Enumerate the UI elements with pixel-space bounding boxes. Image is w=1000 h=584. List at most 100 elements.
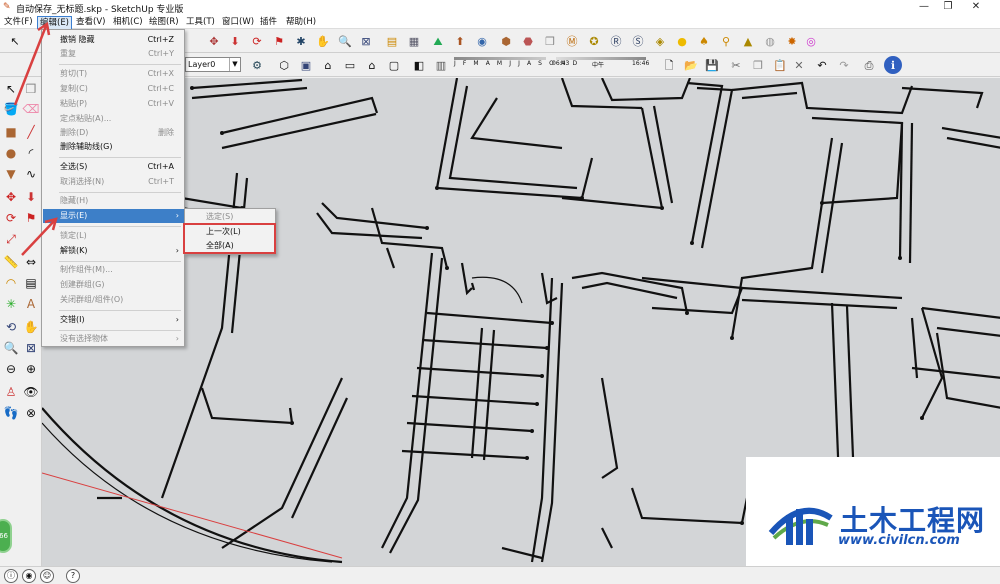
share-model-icon[interactable]: ⬣ bbox=[519, 32, 537, 50]
offset-icon[interactable]: ✱ bbox=[292, 32, 310, 50]
user-icon[interactable]: ☺ bbox=[40, 569, 54, 583]
spot-icon[interactable]: ⚲ bbox=[717, 32, 735, 50]
look-around-icon[interactable]: 👁 bbox=[22, 383, 40, 401]
menu-item-no-selection[interactable]: 没有选择物体 › bbox=[43, 332, 184, 346]
r-icon[interactable]: Ⓡ bbox=[607, 32, 625, 50]
print-icon[interactable]: ⎙ bbox=[860, 56, 878, 74]
menu-item-cut[interactable]: 剪切(T) Ctrl+X bbox=[43, 67, 184, 81]
front-view-icon[interactable]: ⌂ bbox=[319, 56, 337, 74]
menu-draw[interactable]: 绘图(R) bbox=[147, 16, 181, 28]
menu-item-paste-in-place[interactable]: 定点粘贴(A)... bbox=[43, 112, 184, 126]
move-tool-icon[interactable]: ✥ bbox=[2, 188, 20, 206]
menu-view[interactable]: 查看(V) bbox=[74, 16, 107, 28]
section-display-icon[interactable]: ▦ bbox=[405, 32, 423, 50]
text-tool-icon[interactable]: ▤ bbox=[22, 274, 40, 292]
menu-item-copy[interactable]: 复制(C) Ctrl+C bbox=[43, 82, 184, 96]
menu-item-select-none[interactable]: 取消选择(N) Ctrl+T bbox=[43, 175, 184, 189]
color-wheel-icon[interactable]: ◎ bbox=[802, 32, 820, 50]
shadow-settings-icon[interactable]: ▥ bbox=[432, 56, 450, 74]
info-icon[interactable]: ℹ bbox=[884, 56, 902, 74]
make-component-icon[interactable]: ❒ bbox=[22, 80, 40, 98]
open-folder-icon[interactable]: 📂 bbox=[682, 56, 700, 74]
shadow-date-slider[interactable]: J F M A M J J A S O N D 06:43 中午 16:46 bbox=[452, 56, 652, 74]
3d-text-icon[interactable]: A bbox=[22, 295, 40, 313]
menu-item-undo[interactable]: 撤销 隐藏 Ctrl+Z bbox=[43, 33, 184, 47]
close-button[interactable]: ✕ bbox=[962, 1, 990, 14]
menu-plugins[interactable]: 插件 bbox=[258, 16, 279, 28]
geolocation-icon[interactable]: ◉ bbox=[22, 569, 36, 583]
help-icon[interactable]: ? bbox=[66, 569, 80, 583]
axes-icon[interactable]: ✳ bbox=[2, 295, 20, 313]
walk-icon[interactable]: 👣 bbox=[2, 404, 20, 422]
pushpull-tool-icon[interactable]: ⬇ bbox=[22, 188, 40, 206]
lamp-icon[interactable]: ♠ bbox=[695, 32, 713, 50]
cut-icon[interactable]: ✂ bbox=[727, 56, 745, 74]
cone-icon[interactable]: ▲ bbox=[739, 32, 757, 50]
move-icon[interactable]: ✥ bbox=[205, 32, 223, 50]
tape-measure-icon[interactable]: 📏 bbox=[2, 253, 20, 271]
sphere-icon[interactable]: ◍ bbox=[761, 32, 779, 50]
arc-icon[interactable]: ◜ bbox=[22, 144, 40, 162]
shadow-toggle-icon[interactable]: ◧ bbox=[410, 56, 428, 74]
paint-bucket-icon[interactable]: 🪣 bbox=[2, 100, 20, 118]
previous-view-icon[interactable]: ⊖ bbox=[2, 360, 20, 378]
paste-icon[interactable]: 📋 bbox=[771, 56, 789, 74]
section-icon[interactable]: ▤ bbox=[383, 32, 401, 50]
label-icon[interactable]: ◈ bbox=[651, 32, 669, 50]
erase-icon[interactable]: ✕ bbox=[790, 56, 808, 74]
new-file-icon[interactable]: 🗋 bbox=[660, 56, 678, 74]
menu-item-delete-guides[interactable]: 删除辅助线(G) bbox=[43, 140, 184, 154]
menu-item-make-group[interactable]: 创建群组(G) bbox=[43, 278, 184, 292]
menu-item-select-all[interactable]: 全选(S) Ctrl+A bbox=[43, 160, 184, 174]
redo-icon[interactable]: ↷ bbox=[835, 56, 853, 74]
section-plane-icon[interactable]: ⊗ bbox=[22, 404, 40, 422]
eraser-icon[interactable]: ⌫ bbox=[22, 100, 40, 118]
layer-manager-icon[interactable]: ⚙ bbox=[248, 56, 266, 74]
follow-me-icon[interactable]: ⚑ bbox=[270, 32, 288, 50]
zoom-tool-icon[interactable]: 🔍 bbox=[2, 339, 20, 357]
menu-item-hide[interactable]: 隐藏(H) bbox=[43, 194, 184, 208]
followme-tool-icon[interactable]: ⚑ bbox=[22, 209, 40, 227]
orbit-icon[interactable]: ⟲ bbox=[2, 318, 20, 336]
submenu-item-selected[interactable]: 选定(S) bbox=[186, 210, 274, 224]
pan-tool-icon[interactable]: ✋ bbox=[22, 318, 40, 336]
left-view-icon[interactable]: ▢ bbox=[385, 56, 403, 74]
menu-item-delete[interactable]: 删除(D) 删除 bbox=[43, 126, 184, 140]
zoom-extents-tool-icon[interactable]: ⊕ bbox=[22, 360, 40, 378]
select-arrow-icon[interactable]: ↖ bbox=[6, 32, 24, 50]
earth-icon[interactable]: ◉ bbox=[473, 32, 491, 50]
menu-window[interactable]: 窗口(W) bbox=[220, 16, 256, 28]
menu-item-paste[interactable]: 粘贴(P) Ctrl+V bbox=[43, 97, 184, 111]
s-icon[interactable]: Ⓢ bbox=[629, 32, 647, 50]
menu-tools[interactable]: 工具(T) bbox=[184, 16, 217, 28]
back-view-icon[interactable]: ⌂ bbox=[363, 56, 381, 74]
light-icon[interactable]: ● bbox=[673, 32, 691, 50]
layer-dropdown[interactable]: Layer0 ▼ bbox=[185, 57, 241, 72]
copy-icon[interactable]: ❐ bbox=[749, 56, 767, 74]
menu-item-lock[interactable]: 锁定(L) bbox=[43, 229, 184, 243]
menu-edit[interactable]: 编辑(E) bbox=[37, 16, 73, 30]
right-view-icon[interactable]: ▭ bbox=[341, 56, 359, 74]
polygon-icon[interactable]: ▼ bbox=[2, 165, 20, 183]
circle-icon[interactable]: ● bbox=[2, 144, 20, 162]
iso-view-icon[interactable]: ⬡ bbox=[275, 56, 293, 74]
menu-help[interactable]: 帮助(H) bbox=[284, 16, 318, 28]
dimension-icon[interactable]: ⇔ bbox=[22, 253, 40, 271]
menu-item-unlock[interactable]: 解锁(K) › bbox=[43, 244, 184, 258]
rotate-tool-icon[interactable]: ⟳ bbox=[2, 209, 20, 227]
sun-icon[interactable]: ✸ bbox=[783, 32, 801, 50]
add-location-icon[interactable]: ⛰ bbox=[429, 32, 447, 50]
menu-item-make-component[interactable]: 制作组件(M)... bbox=[43, 263, 184, 277]
zoom-icon[interactable]: 🔍 bbox=[336, 32, 354, 50]
freehand-icon[interactable]: ∿ bbox=[22, 165, 40, 183]
scale-tool-icon[interactable]: ⤢ bbox=[2, 230, 20, 248]
menu-item-intersect[interactable]: 交错(I) › bbox=[43, 313, 184, 327]
protractor-icon[interactable]: ◠ bbox=[2, 274, 20, 292]
rectangle-icon[interactable]: ■ bbox=[2, 123, 20, 141]
undo-icon[interactable]: ↶ bbox=[813, 56, 831, 74]
zoom-extents-icon[interactable]: ⊠ bbox=[357, 32, 375, 50]
select-icon[interactable]: ↖ bbox=[2, 80, 20, 98]
menu-camera[interactable]: 相机(C) bbox=[111, 16, 145, 28]
m-icon[interactable]: Ⓜ bbox=[563, 32, 581, 50]
rotate-icon[interactable]: ⟳ bbox=[248, 32, 266, 50]
